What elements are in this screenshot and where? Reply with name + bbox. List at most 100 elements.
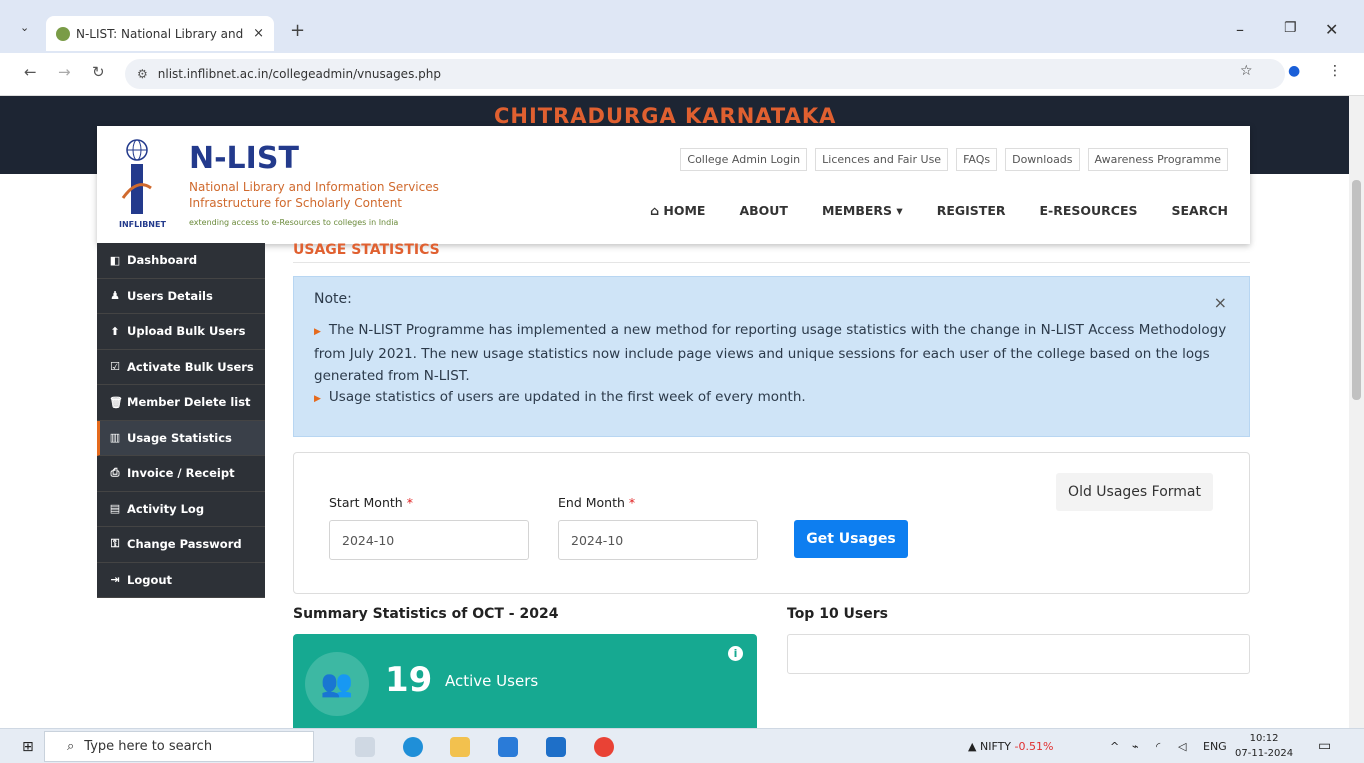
nav-members[interactable]: MEMBERS ▾ [822, 203, 903, 218]
nav-home[interactable]: ⌂ HOME [650, 203, 705, 218]
sidebar-item-activate-bulk-users[interactable]: ☑ Activate Bulk Users [97, 349, 265, 385]
nifty-ticker[interactable]: ▲ NIFTY -0.51% [968, 740, 1053, 753]
sidebar: ◧ Dashboard ♟ Users Details ⬆ Upload Bulk Use… [97, 243, 265, 598]
tab-search-icon[interactable]: ⌄ [20, 21, 29, 34]
new-tab-button[interactable]: + [290, 20, 305, 41]
logo-tagline: extending access to e-Resources to colle… [189, 218, 399, 227]
windows-start-icon[interactable]: ⊞ [22, 739, 34, 755]
window-close-icon[interactable]: ✕ [1325, 20, 1338, 39]
nav-e-resources[interactable]: E-RESOURCES [1040, 203, 1138, 218]
sidebar-item-activity-log[interactable]: ▤ Activity Log [97, 491, 265, 527]
back-icon[interactable]: ← [24, 63, 37, 81]
note-heading: Note: [314, 291, 352, 307]
nifty-label: NIFTY [979, 740, 1012, 753]
active-users-card: 👥 19 Active Users i [293, 634, 757, 728]
sidebar-item-usage-statistics[interactable]: ▥ Usage Statistics [97, 420, 265, 456]
chart-up-icon: ▲ [968, 740, 980, 753]
site-info-icon[interactable]: ⚙ [137, 67, 148, 81]
sidebar-item-dashboard[interactable]: ◧ Dashboard [97, 243, 265, 279]
task-view-icon[interactable] [355, 737, 375, 757]
minimize-icon[interactable]: – [1236, 20, 1244, 39]
search-icon: ⌕ [67, 739, 75, 754]
dashboard-icon: ◧ [109, 253, 121, 267]
summary-title: Summary Statistics of OCT - 2024 [293, 606, 559, 622]
bookmark-star-icon[interactable]: ☆ [1240, 63, 1253, 79]
taskbar-search[interactable]: ⌕ Type here to search [44, 731, 314, 762]
sidebar-item-label: Usage Statistics [127, 430, 232, 445]
sidebar-item-change-password[interactable]: ⚿ Change Password [97, 527, 265, 563]
active-users-label: Active Users [445, 672, 539, 690]
nav-register[interactable]: REGISTER [937, 203, 1006, 218]
start-month-label-text: Start Month [329, 495, 403, 510]
language-indicator[interactable]: ENG [1203, 740, 1227, 753]
system-clock[interactable]: 10:12 07-11-2024 [1235, 731, 1293, 761]
page-scrollbar[interactable] [1349, 96, 1364, 728]
logo-subtitle-1: National Library and Information Service… [189, 180, 439, 194]
link-college-admin-login[interactable]: College Admin Login [680, 148, 808, 171]
reload-icon[interactable]: ↻ [92, 63, 105, 81]
users-group-icon: 👥 [305, 652, 369, 716]
link-licences[interactable]: Licences and Fair Use [815, 148, 949, 171]
sidebar-item-invoice-receipt[interactable]: ⎙ Invoice / Receipt [97, 456, 265, 492]
wifi-icon[interactable]: ◜ [1156, 740, 1160, 753]
address-bar[interactable]: ⚙ nlist.inflibnet.ac.in/collegeadmin/vnu… [125, 59, 1285, 89]
old-usages-format-button[interactable]: Old Usages Format [1056, 473, 1213, 511]
sidebar-item-member-delete-list[interactable]: 🗑 Member Delete list [97, 385, 265, 421]
clock-time: 10:12 [1249, 733, 1279, 744]
volume-icon[interactable]: ◁ [1178, 740, 1186, 753]
link-downloads[interactable]: Downloads [1005, 148, 1080, 171]
logout-icon: ⇥ [110, 573, 120, 587]
main-content: USAGE STATISTICS Note: × ▶ The N-LIST Pro… [293, 242, 1250, 728]
start-month-input[interactable]: 2024-10 [329, 520, 529, 560]
file-explorer-icon[interactable] [450, 737, 470, 757]
link-awareness-programme[interactable]: Awareness Programme [1087, 148, 1228, 171]
site-header: INFLIBNET N-LIST National Library and In… [97, 126, 1250, 244]
nav-home-label: HOME [663, 203, 706, 218]
caret-right-icon: ▶ [314, 327, 321, 337]
sidebar-item-upload-bulk-users[interactable]: ⬆ Upload Bulk Users [97, 314, 265, 350]
top-users-box [787, 634, 1250, 674]
mail-icon[interactable] [546, 737, 566, 757]
link-faqs[interactable]: FAQs [956, 148, 998, 171]
tab-close-icon[interactable]: × [253, 26, 264, 41]
active-users-count: 19 [385, 660, 433, 700]
network-icon[interactable]: ⌁ [1132, 740, 1139, 753]
sidebar-item-label: Member Delete list [127, 395, 251, 410]
browser-chrome: ⌄ N-LIST: National Library and Inf × + –… [0, 0, 1364, 96]
end-month-input[interactable]: 2024-10 [558, 520, 758, 560]
users-icon: ♟ [110, 289, 120, 303]
sidebar-item-users-details[interactable]: ♟ Users Details [97, 278, 265, 314]
url-text: nlist.inflibnet.ac.in/collegeadmin/vnusa… [157, 67, 441, 81]
usage-form: Start Month * 2024-10 End Month * 2024-1… [293, 452, 1250, 594]
tab-title: N-LIST: National Library and Inf [76, 26, 246, 41]
sidebar-item-logout[interactable]: ⇥ Logout [97, 562, 265, 598]
profile-icon[interactable]: ● [1288, 63, 1300, 79]
tray-chevron-icon[interactable]: ^ [1110, 740, 1119, 753]
upload-icon: ⬆ [110, 324, 120, 338]
get-usages-button[interactable]: Get Usages [794, 520, 908, 558]
sidebar-item-label: Users Details [127, 288, 213, 303]
nav-search[interactable]: SEARCH [1172, 203, 1228, 218]
inflibnet-globe-icon [121, 139, 152, 214]
taskbar-search-placeholder: Type here to search [84, 739, 213, 754]
forward-icon[interactable]: → [58, 63, 71, 81]
sidebar-item-label: Activate Bulk Users [127, 359, 254, 374]
chrome-icon[interactable] [594, 737, 614, 757]
trash-icon: 🗑 [109, 395, 123, 409]
logo-title[interactable]: N-LIST [189, 141, 299, 176]
browser-tab[interactable]: N-LIST: National Library and Inf × [46, 16, 274, 51]
note-close-icon[interactable]: × [1214, 293, 1227, 312]
note-bullet-2: ▶ Usage statistics of users are updated i… [314, 389, 1234, 405]
store-icon[interactable] [498, 737, 518, 757]
edge-browser-icon[interactable] [403, 737, 423, 757]
list-icon: ▤ [109, 502, 121, 516]
maximize-icon[interactable]: ❐ [1284, 20, 1297, 36]
note-bullet-1-text: The N-LIST Programme has implemented a n… [314, 322, 1227, 384]
menu-icon[interactable]: ⋮ [1328, 63, 1342, 79]
required-mark: * [406, 495, 413, 510]
nav-about[interactable]: ABOUT [739, 203, 788, 218]
end-month-label: End Month * [558, 495, 635, 510]
info-icon[interactable]: i [728, 646, 743, 661]
notifications-icon[interactable]: ▭ [1318, 738, 1331, 754]
scrollbar-thumb[interactable] [1352, 180, 1361, 400]
